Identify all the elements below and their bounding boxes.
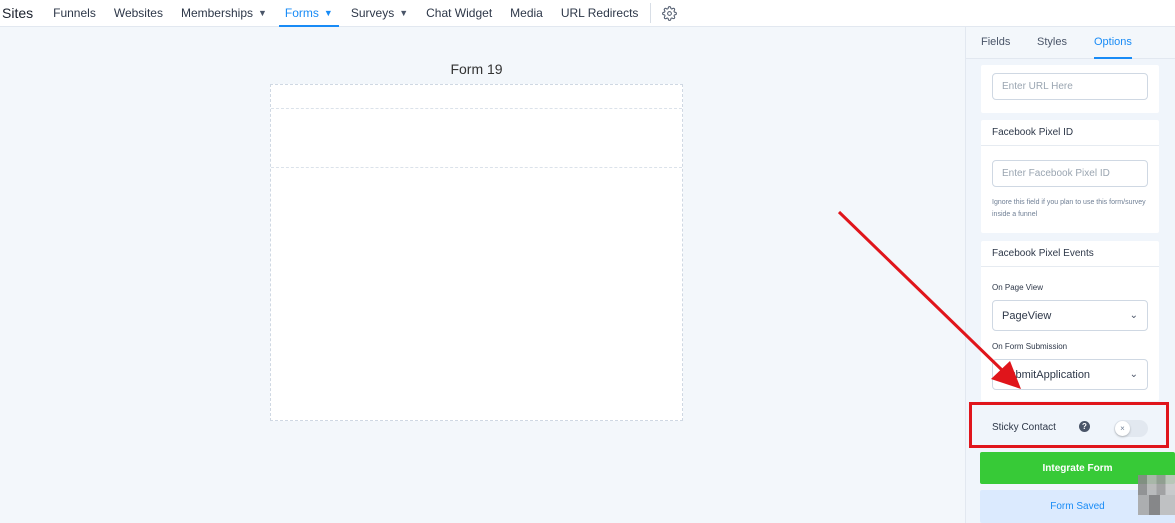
pixelated-widget[interactable] xyxy=(1138,475,1175,515)
tab-styles[interactable]: Styles xyxy=(1037,36,1067,48)
chevron-down-icon: ▼ xyxy=(399,8,409,18)
tab-options[interactable]: Options xyxy=(1094,36,1132,59)
fb-pixel-id-hint: Ignore this field if you plan to use thi… xyxy=(992,199,1146,218)
form-canvas[interactable] xyxy=(270,84,683,421)
options-panel: Fields Styles Options Enter URL Here Fac… xyxy=(965,27,1175,523)
card-title: Facebook Pixel ID xyxy=(981,120,1159,146)
on-page-view-select[interactable]: PageView ⌄ xyxy=(992,300,1148,331)
chevron-down-icon: ⌄ xyxy=(1129,369,1138,380)
nav-label: Funnels xyxy=(53,6,96,20)
form-row[interactable] xyxy=(271,85,682,109)
chevron-down-icon: ▼ xyxy=(323,8,333,18)
nav-websites[interactable]: Websites xyxy=(114,0,163,27)
nav-label: Surveys xyxy=(350,6,395,20)
card-title: Facebook Pixel Events xyxy=(981,241,1159,267)
form-title: Form 19 xyxy=(450,61,503,77)
nav-url-redirects[interactable]: URL Redirects xyxy=(561,0,639,27)
tab-fields[interactable]: Fields xyxy=(981,36,1010,48)
nav-label: Memberships xyxy=(180,6,253,20)
chevron-down-icon: ⌄ xyxy=(1129,310,1138,321)
top-navigation: Sites Funnels Websites Memberships ▼ Form… xyxy=(0,0,1175,27)
nav-label: Websites xyxy=(113,6,163,20)
fb-pixel-id-card: Facebook Pixel ID Enter Facebook Pixel I… xyxy=(981,120,1159,233)
redirect-url-card: Enter URL Here xyxy=(981,65,1159,113)
nav-label: Forms xyxy=(284,6,319,20)
page-title: Sites xyxy=(2,5,34,21)
nav-funnels[interactable]: Funnels xyxy=(53,0,96,27)
nav-forms[interactable]: Forms ▼ xyxy=(278,0,339,27)
on-form-submission-label: On Form Submission xyxy=(992,342,1068,351)
select-value: SubmitApplication xyxy=(1002,368,1091,381)
nav-label: Media xyxy=(510,6,543,20)
panel-tabs: Fields Styles Options xyxy=(966,27,1175,59)
nav-media[interactable]: Media xyxy=(510,0,543,27)
select-value: PageView xyxy=(1002,309,1052,322)
nav-label: URL Redirects xyxy=(560,6,639,20)
form-row[interactable] xyxy=(271,109,682,168)
fb-pixel-id-input[interactable]: Enter Facebook Pixel ID xyxy=(992,160,1148,187)
highlight-box xyxy=(969,402,1169,448)
nav-divider xyxy=(650,3,652,23)
url-input[interactable]: Enter URL Here xyxy=(992,73,1148,100)
nav-chat-widget[interactable]: Chat Widget xyxy=(426,0,492,27)
fb-pixel-events-card: Facebook Pixel Events On Page View PageV… xyxy=(981,241,1159,401)
on-page-view-label: On Page View xyxy=(992,283,1043,292)
nav-label: Chat Widget xyxy=(426,6,493,20)
nav-memberships[interactable]: Memberships ▼ xyxy=(181,0,267,27)
nav-surveys[interactable]: Surveys ▼ xyxy=(351,0,408,27)
chevron-down-icon: ▼ xyxy=(258,8,267,18)
gear-icon[interactable] xyxy=(661,5,677,21)
on-form-submission-select[interactable]: SubmitApplication ⌄ xyxy=(992,359,1148,390)
